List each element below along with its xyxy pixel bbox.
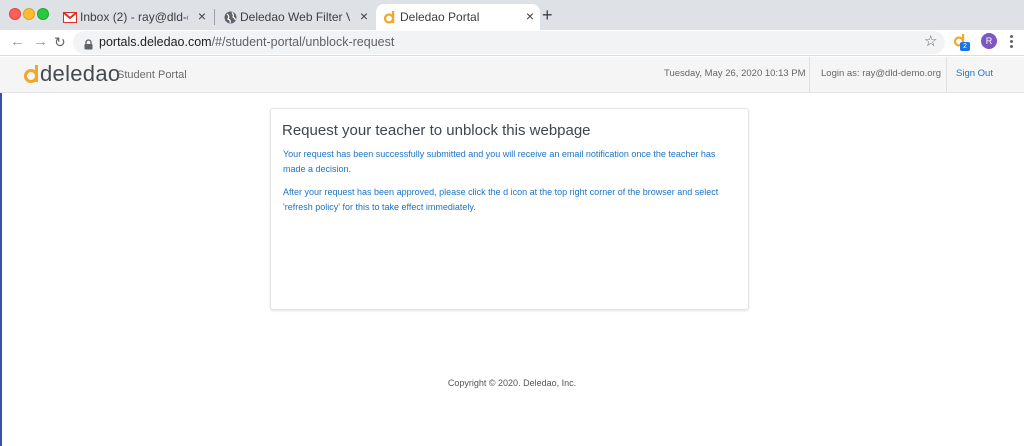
tab-separator bbox=[214, 9, 215, 25]
profile-avatar[interactable]: R bbox=[981, 33, 997, 49]
current-datetime: Tuesday, May 26, 2020 10:13 PM bbox=[664, 68, 806, 79]
forward-arrow-icon[interactable]: → bbox=[33, 32, 48, 52]
back-arrow-icon[interactable]: ← bbox=[10, 32, 25, 52]
deledao-icon bbox=[382, 9, 398, 25]
submission-message: Your request has been successfully submi… bbox=[283, 149, 716, 174]
reload-icon[interactable]: ↻ bbox=[54, 32, 66, 52]
tab-web-filter-violation[interactable]: Deledao Web Filter Violation × bbox=[216, 4, 374, 30]
header-divider bbox=[809, 57, 810, 93]
browser-menu-icon[interactable] bbox=[1010, 35, 1014, 50]
browser-tab-strip: Inbox (2) - ray@dld-demo.org × Deledao W… bbox=[0, 0, 1024, 30]
portal-header: deledao Student Portal Tuesday, May 26, … bbox=[0, 57, 1024, 93]
lock-icon bbox=[84, 37, 93, 55]
gmail-icon bbox=[62, 9, 78, 25]
header-divider bbox=[946, 57, 947, 93]
deledao-logo-icon bbox=[24, 65, 38, 83]
tab-label: Deledao Portal bbox=[400, 10, 480, 24]
bookmark-star-icon[interactable]: ☆ bbox=[924, 33, 937, 51]
tab-deledao-portal[interactable]: Deledao Portal × bbox=[376, 4, 540, 30]
globe-icon bbox=[222, 9, 238, 25]
unblock-request-card: Request your teacher to unblock this web… bbox=[270, 108, 749, 310]
new-tab-button[interactable]: + bbox=[542, 6, 553, 24]
browser-toolbar: ← → ↻ portals.deledao.com/#/student-port… bbox=[0, 30, 1024, 56]
login-info: Login as: ray@dld-demo.org bbox=[821, 68, 942, 79]
url-host: portals.deledao.com bbox=[99, 35, 212, 49]
sign-out-link[interactable]: Sign Out bbox=[956, 68, 993, 79]
refresh-policy-instructions: After your request has been approved, pl… bbox=[283, 187, 719, 212]
deledao-extension-icon[interactable]: 2 bbox=[953, 33, 971, 53]
logo-text: deledao bbox=[40, 61, 121, 86]
url-text: portals.deledao.com/#/student-portal/unb… bbox=[99, 35, 394, 49]
footer-copyright: Copyright © 2020. Deledao, Inc. bbox=[447, 378, 577, 388]
deledao-logo[interactable]: deledao bbox=[24, 61, 121, 86]
window-close-button[interactable] bbox=[9, 8, 21, 20]
address-bar[interactable]: portals.deledao.com/#/student-portal/unb… bbox=[73, 31, 945, 54]
window-maximize-button[interactable] bbox=[37, 8, 49, 20]
close-icon[interactable]: × bbox=[198, 8, 206, 24]
left-edge-stripe bbox=[0, 93, 2, 446]
card-title: Request your teacher to unblock this web… bbox=[282, 122, 591, 139]
tab-label: Inbox (2) - ray@dld-demo.org bbox=[80, 10, 188, 24]
url-path: /#/student-portal/unblock-request bbox=[211, 35, 395, 49]
tab-label: Deledao Web Filter Violation bbox=[240, 10, 350, 24]
close-icon[interactable]: × bbox=[360, 8, 368, 24]
window-minimize-button[interactable] bbox=[23, 8, 35, 20]
extension-badge: 2 bbox=[960, 42, 970, 51]
portal-title: Student Portal bbox=[117, 69, 187, 81]
close-icon[interactable]: × bbox=[526, 8, 534, 24]
tab-inbox[interactable]: Inbox (2) - ray@dld-demo.org × bbox=[56, 4, 212, 30]
